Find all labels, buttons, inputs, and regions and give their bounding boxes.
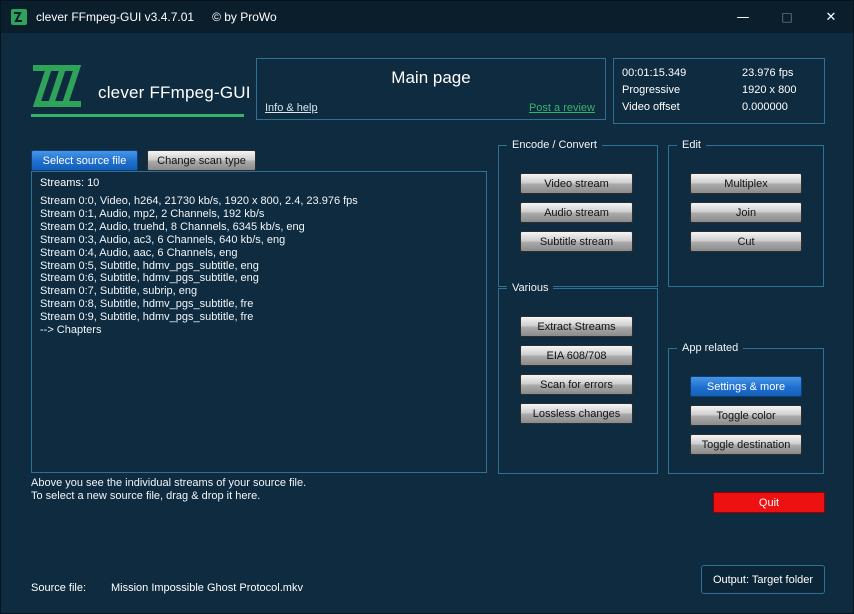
video-stream-button[interactable]: Video stream bbox=[520, 173, 633, 194]
audio-stream-button[interactable]: Audio stream bbox=[520, 202, 633, 223]
streams-hint-line1: Above you see the individual streams of … bbox=[31, 477, 307, 489]
settings-more-button[interactable]: Settings & more bbox=[690, 376, 802, 397]
video-info-value: 23.976 fps bbox=[742, 67, 794, 79]
app-window: clever FFmpeg-GUI v3.4.7.01 © by ProWo —… bbox=[0, 0, 854, 614]
group-encode-convert: Encode / Convert Video stream Audio stre… bbox=[498, 139, 658, 287]
subtitle-stream-button[interactable]: Subtitle stream bbox=[520, 231, 633, 252]
video-info-value: 1920 x 800 bbox=[742, 84, 797, 96]
video-info-value: 0.000000 bbox=[742, 101, 788, 113]
group-app-related: App related Settings & more Toggle color… bbox=[668, 342, 824, 474]
window-copyright: © by ProWo bbox=[212, 10, 277, 24]
app-logo-icon bbox=[11, 9, 27, 25]
stream-row: Stream 0:1, Audio, mp2, 2 Channels, 192 … bbox=[40, 207, 265, 220]
stream-row: Stream 0:9, Subtitle, hdmv_pgs_subtitle,… bbox=[40, 311, 254, 324]
stream-row: Stream 0:4, Audio, aac, 6 Channels, eng bbox=[40, 246, 238, 259]
video-info-row: 00:01:15.349 23.976 fps bbox=[622, 65, 816, 82]
group-app-related-title: App related bbox=[677, 342, 744, 354]
logo-underline bbox=[31, 114, 244, 117]
window-title: clever FFmpeg-GUI v3.4.7.01 bbox=[36, 10, 195, 24]
group-edit-title: Edit bbox=[677, 139, 706, 151]
source-file-value: Mission Impossible Ghost Protocol.mkv bbox=[111, 582, 303, 594]
extract-streams-button[interactable]: Extract Streams bbox=[520, 316, 633, 337]
stream-row: Stream 0:8, Subtitle, hdmv_pgs_subtitle,… bbox=[40, 298, 254, 311]
video-info-label: Progressive bbox=[622, 84, 681, 96]
logo-text: clever FFmpeg-GUI bbox=[98, 83, 251, 102]
logo-graphic bbox=[32, 65, 82, 107]
stream-row: Stream 0:5, Subtitle, hdmv_pgs_subtitle,… bbox=[40, 259, 259, 272]
minimize-button[interactable]: — bbox=[721, 1, 765, 33]
streams-box[interactable]: Streams: 10 Stream 0:0, Video, h264, 217… bbox=[31, 171, 487, 473]
group-encode-convert-title: Encode / Convert bbox=[507, 139, 602, 151]
video-info-label: 00:01:15.349 bbox=[622, 67, 687, 79]
streams-hint-line2: To select a new source file, drag & drop… bbox=[31, 490, 261, 502]
stream-list: Stream 0:0, Video, h264, 21730 kb/s, 192… bbox=[40, 195, 480, 337]
post-review-link[interactable]: Post a review bbox=[529, 102, 595, 114]
maximize-button[interactable]: □ bbox=[765, 1, 809, 33]
info-help-link[interactable]: Info & help bbox=[265, 102, 318, 114]
select-source-button[interactable]: Select source file bbox=[31, 150, 138, 171]
stream-row: Stream 0:7, Subtitle, subrip, eng bbox=[40, 285, 198, 298]
toggle-color-button[interactable]: Toggle color bbox=[690, 405, 802, 426]
main-page-panel: Main page Info & help Post a review bbox=[256, 58, 606, 120]
source-file-label: Source file: bbox=[31, 582, 87, 594]
scan-for-errors-button[interactable]: Scan for errors bbox=[520, 374, 633, 395]
title-bar: clever FFmpeg-GUI v3.4.7.01 © by ProWo —… bbox=[1, 1, 853, 33]
streams-count-label: Streams: 10 bbox=[40, 177, 100, 189]
join-button[interactable]: Join bbox=[690, 202, 802, 223]
close-button[interactable]: ✕ bbox=[809, 1, 853, 33]
video-info-row: Progressive 1920 x 800 bbox=[622, 82, 816, 99]
eia-608-708-button[interactable]: EIA 608/708 bbox=[520, 345, 633, 366]
stream-row: Stream 0:6, Subtitle, hdmv_pgs_subtitle,… bbox=[40, 272, 259, 285]
group-various: Various Extract Streams EIA 608/708 Scan… bbox=[498, 282, 658, 474]
group-various-title: Various bbox=[507, 282, 554, 294]
stream-row: --> Chapters bbox=[40, 324, 102, 337]
video-info-panel: 00:01:15.349 23.976 fps Progressive 1920… bbox=[613, 58, 825, 124]
video-info-label: Video offset bbox=[622, 101, 680, 113]
cut-button[interactable]: Cut bbox=[690, 231, 802, 252]
toggle-destination-button[interactable]: Toggle destination bbox=[690, 434, 802, 455]
stream-row: Stream 0:3, Audio, ac3, 6 Channels, 640 … bbox=[40, 233, 286, 246]
page-title: Main page bbox=[391, 68, 471, 87]
output-target-folder-button[interactable]: Output: Target folder bbox=[701, 565, 825, 594]
quit-button[interactable]: Quit bbox=[713, 492, 825, 513]
stream-row: Stream 0:2, Audio, truehd, 8 Channels, 6… bbox=[40, 220, 305, 233]
lossless-changes-button[interactable]: Lossless changes bbox=[520, 403, 633, 424]
video-info-row: Video offset 0.000000 bbox=[622, 99, 816, 116]
multiplex-button[interactable]: Multiplex bbox=[690, 173, 802, 194]
group-edit: Edit Multiplex Join Cut bbox=[668, 139, 824, 287]
stream-row: Stream 0:0, Video, h264, 21730 kb/s, 192… bbox=[40, 195, 358, 207]
change-scan-type-button[interactable]: Change scan type bbox=[147, 150, 256, 171]
